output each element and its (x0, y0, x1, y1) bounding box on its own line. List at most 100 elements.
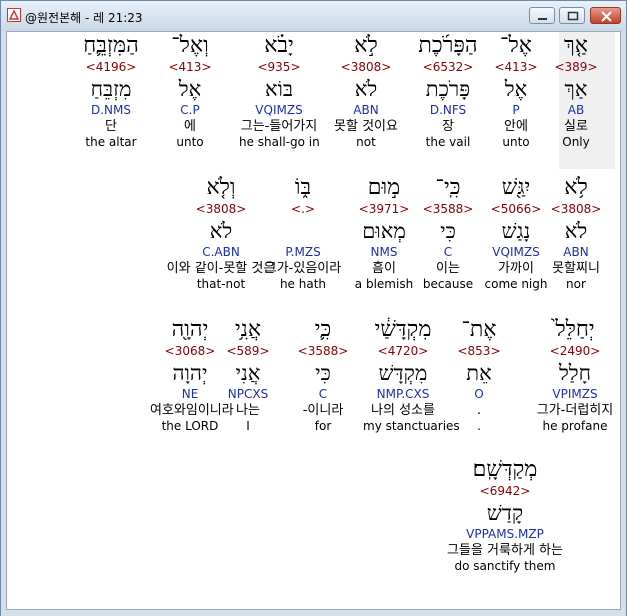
word-cell[interactable]: אֶל־ <413> אֶל P 안에 unto (476, 32, 556, 150)
hebrew-word: הַמִּזְבֵּ֛חַ (83, 33, 139, 58)
root-word: מְאוּם (362, 219, 406, 243)
parse-code: VPIMZS (552, 387, 598, 401)
parse-code: D.NMS (90, 103, 131, 117)
app-window: @원전본해 - 레 21:23 אַ֤ךְ <389> אַךְ AB 실로 Only אֶ… (0, 0, 627, 616)
strong-number: <3068> (164, 344, 216, 358)
word-cell[interactable]: וְאֶל־ <413> אֶל C.P 에 unto (150, 32, 230, 150)
korean-gloss: 그가-더럽히지 (536, 403, 614, 418)
strong-number: <853> (457, 344, 501, 358)
strong-number: <2490> (549, 344, 601, 358)
strong-number: <3808> (340, 60, 392, 74)
hebrew-word: יָבֹ֗א (264, 33, 294, 58)
word-cell[interactable]: יְהוָ֖ה <3068> יְהוָה NE 여호와임이니라 the LORD (150, 316, 234, 434)
parse-code: VQIMZS (255, 103, 303, 117)
english-gloss: that-not (196, 277, 246, 291)
hebrew-word: וְאֶל־ (171, 33, 209, 58)
word-cell[interactable]: יְחַלֵּל֙ <2490> חָלַל VPIMZS 그가-더럽히지 he prof… (535, 316, 615, 434)
maximize-button[interactable] (559, 7, 585, 24)
strong-number: <3808> (195, 202, 247, 216)
hebrew-word: מ֣וּם (367, 175, 401, 200)
strong-number: <4720> (377, 344, 429, 358)
strong-number: <6532> (422, 60, 474, 74)
parse-code: NMS (370, 245, 398, 259)
english-gloss: unto (502, 135, 530, 149)
root-word: כִּי (315, 361, 331, 385)
strong-number: <935> (257, 60, 301, 74)
maximize-icon (567, 11, 579, 21)
hebrew-word: הַפָּרֹ֜כֶת (418, 33, 478, 58)
word-cell[interactable]: הַמִּזְבֵּ֛חַ <4196> מִזְבֵּחַ D.NMS 단 the al… (71, 32, 151, 150)
root-word: מִזְבֵּחַ (90, 77, 132, 101)
root-word: אֶל (504, 77, 528, 101)
word-cell[interactable]: יִגַּ֖שׁ <5066> נָגַשׁ VQIMZS 가까이 come nigh (476, 174, 556, 292)
strong-number: <413> (168, 60, 212, 74)
korean-gloss: -이니라 (302, 403, 344, 418)
korean-gloss: 나의 성소를 (371, 403, 435, 418)
korean-gloss: 에 (184, 119, 196, 134)
parse-code: ABN (353, 103, 379, 117)
word-cell[interactable]: הַפָּרֹ֜כֶת <6532> פָּרֹכֶת D.NFS 장 the vail (408, 32, 488, 150)
root-word: מִקְדָּשׁ (378, 361, 428, 385)
english-gloss: for (314, 419, 332, 433)
window-title: @원전본해 - 레 21:23 (25, 11, 143, 25)
english-gloss: do sanctify them (454, 559, 556, 573)
korean-gloss: 가까이 (498, 261, 534, 276)
word-cell[interactable]: וְלֹ֤א <3808> לֹא C.ABN 이와 같이-못할 것은 that-not (156, 174, 286, 292)
word-cell[interactable]: יָבֹ֗א <935> בּוֹא VQIMZS 그는-들어가지 he shall-go… (239, 32, 320, 150)
english-gloss: a blemish (354, 277, 414, 291)
title-bar[interactable]: @원전본해 - 레 21:23 (1, 1, 626, 31)
korean-gloss: 그는-들어가지 (240, 119, 318, 134)
word-cell[interactable]: כִּ֛י <3588> כִּי C -이니라 for (283, 316, 363, 434)
parse-code: C (318, 387, 328, 401)
word-cell[interactable]: מְקַדְּשָֽׁם׃ <6942> קָדַשׁ VPPAMS.MZP 그들을 거… (440, 456, 570, 574)
root-word: לֹא (354, 77, 378, 101)
hebrew-word: יְהוָ֖ה (171, 317, 209, 342)
parse-code: O (474, 387, 484, 401)
korean-gloss: 못할 것이요 (334, 119, 398, 134)
korean-gloss: 흠이 (372, 261, 396, 276)
hebrew-word: יִגַּ֖שׁ (501, 175, 531, 200)
hebrew-word: אֶת־ (461, 317, 497, 342)
root-word: קָדַשׁ (486, 501, 524, 525)
word-cell[interactable]: מִקְדָּשַׁ֔י <4720> מִקְדָּשׁ NMP.CXS 나의 성소를… (363, 316, 460, 434)
english-gloss: the vail (425, 135, 471, 149)
english-gloss: my stanctuaries (363, 419, 460, 433)
hebrew-word: מִקְדָּשַׁ֔י (374, 317, 432, 342)
root-word: חָלַל (558, 361, 592, 385)
korean-gloss: 그들을 거룩하게 하는 (447, 543, 563, 558)
word-cell[interactable]: לֹ֣א <3808> לֹא ABN 못할 것이요 not (326, 32, 406, 150)
interlinear-view[interactable]: אַ֤ךְ <389> אַךְ AB 실로 Only אֶל־ <413> אֶל P 안에 unt… (6, 31, 621, 610)
english-gloss: the LORD (161, 419, 219, 433)
close-button[interactable] (590, 7, 621, 24)
strong-number: <4196> (85, 60, 137, 74)
word-cell[interactable]: אֶת־ <853> אֵת O.. (439, 316, 519, 434)
korean-gloss: 단 (105, 119, 117, 134)
window-bottom-border (1, 610, 626, 616)
english-gloss: unto (176, 135, 204, 149)
english-gloss: the altar (85, 135, 137, 149)
hebrew-word: לֹ֣א (354, 33, 378, 58)
parse-code: VQIMZS (492, 245, 540, 259)
minimize-button[interactable] (529, 7, 555, 24)
word-cell[interactable]: מ֣וּם <3971> מְאוּם NMS 흠이 a blemish (344, 174, 424, 292)
hebrew-word: יְחַלֵּל֙ (555, 317, 595, 342)
app-logo-icon (7, 8, 21, 22)
parse-code: P (512, 103, 520, 117)
parse-code: NE (181, 387, 199, 401)
hebrew-word: אֶל־ (500, 33, 532, 58)
parse-code: D.NFS (429, 103, 467, 117)
korean-gloss: 안에 (504, 119, 528, 134)
english-gloss: he shall-go in (239, 135, 320, 149)
strong-number: <6942> (479, 484, 531, 498)
close-icon (601, 11, 612, 22)
parse-code: C.P (180, 103, 200, 117)
parse-code: C.ABN (202, 245, 240, 259)
korean-gloss: 여호와임이니라 (150, 403, 234, 418)
english-gloss: not (356, 135, 376, 149)
root-word: אֶל (178, 77, 202, 101)
strong-number: <3971> (358, 202, 410, 216)
strong-number: <5066> (490, 202, 542, 216)
parse-code: VPPAMS.MZP (466, 527, 544, 541)
root-word: אֵת (466, 361, 492, 385)
minimize-icon (538, 18, 547, 20)
